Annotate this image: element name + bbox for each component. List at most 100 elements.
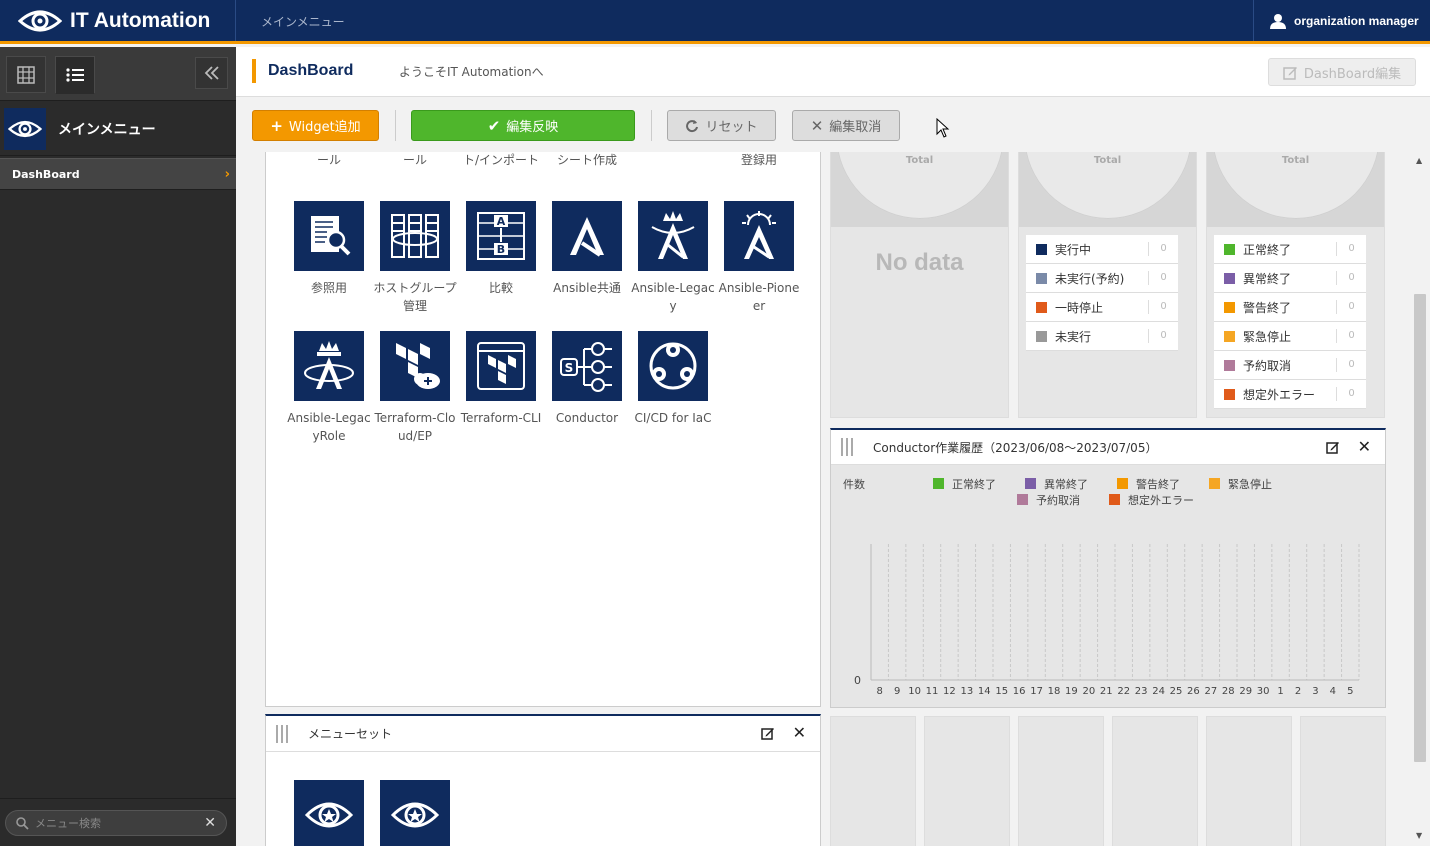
menu-item-label[interactable]: シート作成 <box>544 152 630 169</box>
svg-text:B: B <box>497 243 505 256</box>
menu-tile-ansible-legacy[interactable]: Ansible-Legacy <box>630 201 716 315</box>
scroll-down-icon[interactable]: ▼ <box>1416 831 1422 840</box>
legend-row[interactable]: 予約取消 0 <box>1214 351 1366 380</box>
tab-grid-view[interactable] <box>6 56 46 93</box>
legend-value: 0 <box>1148 300 1178 314</box>
page-subtitle: ようこそIT Automationへ <box>399 65 544 79</box>
empty-widget <box>924 716 1010 846</box>
terraform-cli-icon <box>466 331 536 401</box>
menu-tile-reference[interactable]: 参照用 <box>286 201 372 297</box>
empty-widget <box>1018 716 1104 846</box>
sidebar-title-text: メインメニュー <box>58 121 156 138</box>
menu-tile-ansible-common[interactable]: Ansible共通 <box>544 201 630 297</box>
top-menu-label[interactable]: メインメニュー <box>261 13 345 30</box>
legend-row[interactable]: 正常終了 0 <box>1214 235 1366 264</box>
legend-label: 異常終了 <box>1243 271 1292 286</box>
menu-tile-terraform-cloud[interactable]: Terraform-Cloud/EP <box>372 331 458 445</box>
edit-icon[interactable] <box>1325 440 1340 454</box>
host-group-icon <box>380 201 450 271</box>
menuset-widget-title: メニューセット <box>308 727 393 741</box>
menu-tile-terraform-cli[interactable]: Terraform-CLI <box>458 331 544 427</box>
drag-handle-icon[interactable] <box>841 438 855 456</box>
x-tick-label: 8 <box>877 686 883 697</box>
x-tick-label: 28 <box>1222 686 1235 697</box>
edit-toolbar: + Widget追加 ✔ 編集反映 リセット ✕ 編集取消 <box>236 98 1430 152</box>
close-widget-icon[interactable]: ✕ <box>793 725 806 741</box>
legend-row[interactable]: 未実行(予約) 0 <box>1026 264 1178 293</box>
menu-tile-conductor[interactable]: S Conductor <box>544 331 630 427</box>
top-header: IT Automation メインメニュー organization manag… <box>0 0 1430 44</box>
scroll-up-icon[interactable]: ▲ <box>1416 156 1422 165</box>
tab-list-view[interactable] <box>55 56 95 94</box>
close-widget-icon[interactable]: ✕ <box>1358 439 1371 455</box>
menu-item-label[interactable]: ト/インポート <box>458 152 544 169</box>
cancel-edit-label: 編集取消 <box>829 120 882 135</box>
legend-value: 0 <box>1336 387 1366 401</box>
main-scrollbar[interactable]: ▲ ▼ <box>1410 152 1430 846</box>
x-tick-label: 25 <box>1170 686 1183 697</box>
tile-label: Terraform-CLI <box>460 411 542 425</box>
apply-edit-button[interactable]: ✔ 編集反映 <box>411 110 635 141</box>
pie-chart: Total <box>831 152 1008 227</box>
menu-item-label[interactable]: ール <box>372 152 458 169</box>
edit-icon[interactable] <box>760 726 775 740</box>
edit-icon <box>1283 66 1297 80</box>
dashboard-edit-button[interactable]: DashBoard編集 <box>1268 58 1416 86</box>
tile-label: Ansible共通 <box>553 281 621 295</box>
menu-item-label[interactable]: 登録用 <box>716 152 802 169</box>
menu-tile-ansible-pioneer[interactable]: Ansible-Pioneer <box>716 201 802 315</box>
x-tick-label: 3 <box>1312 686 1318 697</box>
tile-label: Ansible-Pioneer <box>718 281 800 313</box>
x-tick-label: 29 <box>1239 686 1252 697</box>
x-tick-label: 11 <box>926 686 939 697</box>
legend-row[interactable]: 一時停止 0 <box>1026 293 1178 322</box>
legend-label: 予約取消 <box>1243 358 1292 373</box>
legend-label: 未実行(予約) <box>1055 271 1125 286</box>
add-widget-button[interactable]: + Widget追加 <box>252 110 379 141</box>
y-tick-label: 0 <box>854 674 861 687</box>
legend-row[interactable]: 未実行 0 <box>1026 322 1178 351</box>
menuset-widget: メニューセット ✕ <box>265 714 821 846</box>
menu-tile-host-group[interactable]: ホストグループ管理 <box>372 201 458 315</box>
legend-value: 0 <box>1336 271 1366 285</box>
ansible-legacy-role-icon <box>294 331 364 401</box>
user-menu[interactable]: organization manager <box>1253 0 1430 41</box>
collapse-sidebar-button[interactable] <box>195 57 228 89</box>
x-tick-label: 10 <box>908 686 921 697</box>
menuset-tile[interactable] <box>286 780 372 846</box>
legend-swatch <box>1209 478 1220 489</box>
menu-tile-ansible-legacy-role[interactable]: Ansible-LegacyRole <box>286 331 372 445</box>
menu-tile-compare[interactable]: A B 比較 <box>458 201 544 297</box>
widget-actions: ✕ <box>760 725 806 741</box>
sidebar-item-dashboard[interactable]: DashBoard › <box>0 158 236 190</box>
legend-row[interactable]: 警告終了 0 <box>1214 293 1366 322</box>
cancel-edit-button[interactable]: ✕ 編集取消 <box>792 110 900 141</box>
legend-row[interactable]: 異常終了 0 <box>1214 264 1366 293</box>
legend-row[interactable]: 緊急停止 0 <box>1214 322 1366 351</box>
legend-value: 0 <box>1148 329 1178 343</box>
user-icon <box>1270 13 1286 29</box>
x-tick-label: 27 <box>1204 686 1217 697</box>
drag-handle-icon[interactable] <box>276 724 290 743</box>
tile-label: Ansible-LegacyRole <box>287 411 371 443</box>
menu-widget: ール ール ト/インポート シート作成 登録用 参照用 ホストグループ管理 A … <box>265 152 821 707</box>
menu-tile-cicd[interactable]: CI/CD for IaC <box>630 331 716 427</box>
x-tick-label: 12 <box>943 686 956 697</box>
legend-row[interactable]: 想定外エラー 0 <box>1214 380 1366 409</box>
legend-row[interactable]: 実行中 0 <box>1026 235 1178 264</box>
legend-label: 警告終了 <box>1243 300 1292 315</box>
app-logo[interactable]: IT Automation <box>0 0 236 41</box>
legend-value: 0 <box>1148 242 1178 256</box>
legend-label: 警告終了 <box>1136 477 1180 491</box>
menuset-tile[interactable] <box>372 780 458 846</box>
legend-label: 予約取消 <box>1036 493 1080 507</box>
x-tick-label: 23 <box>1135 686 1148 697</box>
dashboard-area: ール ール ト/インポート シート作成 登録用 参照用 ホストグループ管理 A … <box>236 152 1430 846</box>
menu-item-label[interactable]: ール <box>286 152 372 169</box>
menu-search-input[interactable] <box>35 816 195 830</box>
clear-search-icon[interactable]: ✕ <box>204 815 216 831</box>
x-tick-label: 26 <box>1187 686 1200 697</box>
reset-button[interactable]: リセット <box>667 110 776 141</box>
scrollbar-thumb[interactable] <box>1414 294 1426 762</box>
pie-total-label: Total <box>905 155 934 166</box>
